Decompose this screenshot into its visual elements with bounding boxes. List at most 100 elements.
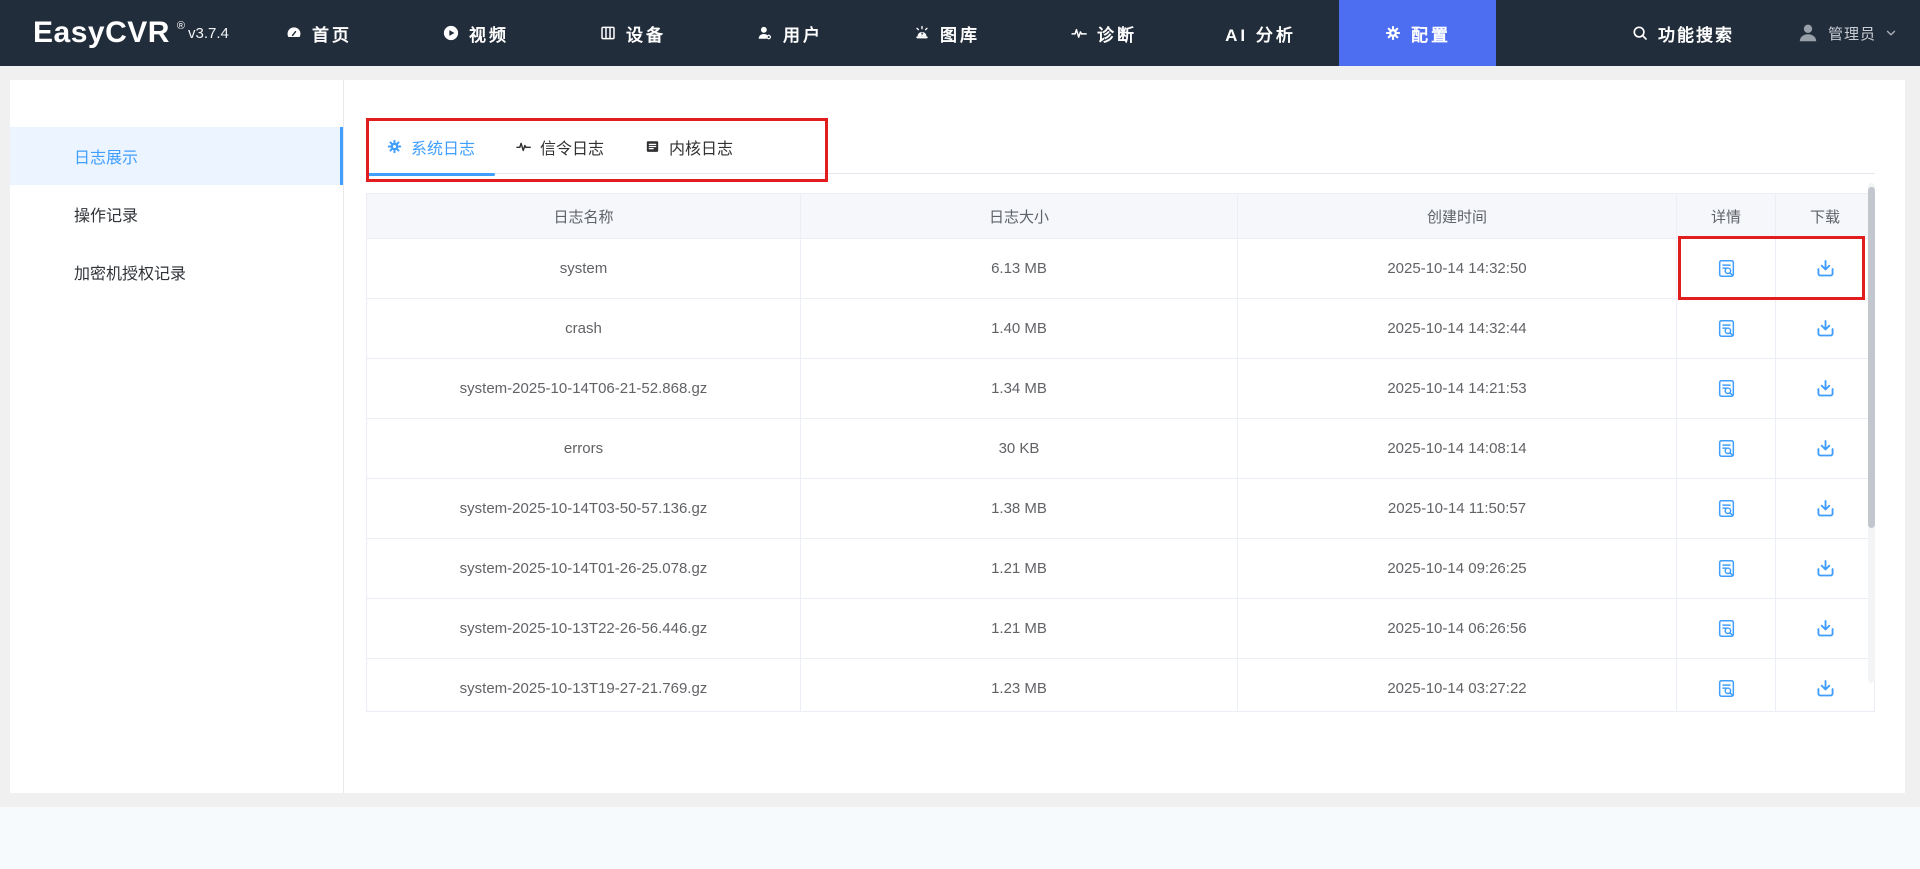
sidebar-item-encryptor-authorization-record[interactable]: 加密机授权记录 xyxy=(10,243,343,301)
download-icon[interactable] xyxy=(1810,614,1840,644)
log-name: system-2025-10-14T03-50-57.136.gz xyxy=(367,479,801,538)
tab-system-log[interactable]: 系统日志 xyxy=(366,120,496,176)
log-name: crash xyxy=(367,299,801,358)
nav-label: 用户 xyxy=(783,25,823,45)
table-row: system-2025-10-14T06-21-52.868.gz 1.34 M… xyxy=(367,359,1874,419)
chevron-down-icon xyxy=(1884,26,1898,40)
detail-view-icon[interactable] xyxy=(1711,674,1741,704)
table-scrollbar-thumb[interactable] xyxy=(1868,187,1875,528)
app-version: v3.7.4 xyxy=(188,24,229,42)
nav-item-device[interactable]: 设备 xyxy=(554,0,711,66)
table-row: crash 1.40 MB 2025-10-14 14:32:44 xyxy=(367,299,1874,359)
main-menu: 首页 视频 设备 用户 图库 诊断 AI 分析 配置 xyxy=(240,0,1496,66)
nav-item-config[interactable]: 配置 xyxy=(1339,0,1496,66)
play-circle-icon xyxy=(442,24,460,42)
table-row: system 6.13 MB 2025-10-14 14:32:50 xyxy=(367,239,1874,299)
list-doc-icon xyxy=(644,138,661,155)
tab-kernel-log[interactable]: 内核日志 xyxy=(624,120,753,174)
log-size: 1.34 MB xyxy=(801,359,1238,418)
table-row: system-2025-10-14T01-26-25.078.gz 1.21 M… xyxy=(367,539,1874,599)
log-name: errors xyxy=(367,419,801,478)
log-size: 1.21 MB xyxy=(801,539,1238,598)
detail-view-icon[interactable] xyxy=(1711,614,1741,644)
log-created: 2025-10-14 14:08:14 xyxy=(1238,419,1677,478)
page: EasyCVR ® v3.7.4 首页 视频 设备 用户 图库 诊断 AI 分析… xyxy=(0,0,1920,869)
gear-icon xyxy=(386,138,403,155)
download-icon[interactable] xyxy=(1810,554,1840,584)
log-created: 2025-10-14 14:21:53 xyxy=(1238,359,1677,418)
log-name: system-2025-10-14T06-21-52.868.gz xyxy=(367,359,801,418)
detail-view-icon[interactable] xyxy=(1711,374,1741,404)
registered-mark: ® xyxy=(176,20,186,32)
detail-view-icon[interactable] xyxy=(1711,434,1741,464)
log-name: system-2025-10-13T22-26-56.446.gz xyxy=(367,599,801,658)
main-content: 系统日志 信令日志 内核日志 日志名称 日志大小 创建时间 详情 下载 syst… xyxy=(345,80,1905,793)
sidebar: 日志展示 操作记录 加密机授权记录 xyxy=(10,80,344,793)
nav-label: 设备 xyxy=(626,25,666,45)
pulse-icon xyxy=(1070,24,1088,42)
log-table: 日志名称 日志大小 创建时间 详情 下载 system 6.13 MB 2025… xyxy=(366,193,1875,712)
search-icon xyxy=(1631,24,1649,42)
log-size: 1.23 MB xyxy=(801,659,1238,711)
app-logo: EasyCVR ® v3.7.4 xyxy=(33,0,229,66)
header-detail: 详情 xyxy=(1677,194,1776,238)
nav-label: AI 分析 xyxy=(1225,25,1296,45)
header-created-time: 创建时间 xyxy=(1238,194,1677,238)
header-log-size: 日志大小 xyxy=(801,194,1238,238)
nav-label: 首页 xyxy=(312,25,352,45)
table-row: errors 30 KB 2025-10-14 14:08:14 xyxy=(367,419,1874,479)
download-icon[interactable] xyxy=(1810,674,1840,704)
user-menu[interactable]: 管理员 xyxy=(1796,21,1898,45)
log-created: 2025-10-14 06:26:56 xyxy=(1238,599,1677,658)
avatar-icon xyxy=(1796,21,1820,45)
function-search[interactable]: 功能搜索 xyxy=(1631,21,1734,46)
log-name: system-2025-10-13T19-27-21.769.gz xyxy=(367,659,801,711)
table-row: system-2025-10-13T19-27-21.769.gz 1.23 M… xyxy=(367,659,1874,711)
log-size: 1.21 MB xyxy=(801,599,1238,658)
log-created: 2025-10-14 14:32:44 xyxy=(1238,299,1677,358)
nav-label: 图库 xyxy=(940,25,980,45)
user-label: 管理员 xyxy=(1827,25,1876,43)
log-created: 2025-10-14 11:50:57 xyxy=(1238,479,1677,538)
tab-signaling-log[interactable]: 信令日志 xyxy=(495,120,624,174)
nav-item-gallery[interactable]: 图库 xyxy=(868,0,1025,66)
device-rack-icon xyxy=(599,24,617,42)
log-size: 6.13 MB xyxy=(801,239,1238,298)
nav-label: 诊断 xyxy=(1097,25,1137,45)
dashboard-icon xyxy=(285,24,303,42)
detail-view-icon[interactable] xyxy=(1711,314,1741,344)
alarm-lamp-icon xyxy=(913,24,931,42)
nav-item-user[interactable]: 用户 xyxy=(711,0,868,66)
sidebar-item-label: 操作记录 xyxy=(74,208,139,225)
pulse-icon xyxy=(515,138,532,155)
nav-item-ai-analysis[interactable]: AI 分析 xyxy=(1182,0,1339,66)
log-tabs: 系统日志 信令日志 内核日志 xyxy=(366,120,1875,176)
search-label: 功能搜索 xyxy=(1657,25,1734,45)
header-log-name: 日志名称 xyxy=(367,194,801,238)
table-header: 日志名称 日志大小 创建时间 详情 下载 xyxy=(367,194,1874,239)
sidebar-item-label: 加密机授权记录 xyxy=(74,266,187,283)
tab-label: 系统日志 xyxy=(411,140,476,158)
sidebar-item-log-display[interactable]: 日志展示 xyxy=(10,127,343,185)
navbar-right: 功能搜索 管理员 xyxy=(1631,0,1898,66)
log-name: system xyxy=(367,239,801,298)
download-icon[interactable] xyxy=(1810,494,1840,524)
download-icon[interactable] xyxy=(1810,314,1840,344)
nav-item-home[interactable]: 首页 xyxy=(240,0,397,66)
log-name: system-2025-10-14T01-26-25.078.gz xyxy=(367,539,801,598)
detail-view-icon[interactable] xyxy=(1711,254,1741,284)
nav-item-video[interactable]: 视频 xyxy=(397,0,554,66)
app-name: EasyCVR xyxy=(33,16,170,49)
detail-view-icon[interactable] xyxy=(1711,554,1741,584)
detail-view-icon[interactable] xyxy=(1711,494,1741,524)
log-size: 1.38 MB xyxy=(801,479,1238,538)
user-gear-icon xyxy=(756,24,774,42)
sidebar-item-operation-record[interactable]: 操作记录 xyxy=(10,185,343,243)
log-size: 1.40 MB xyxy=(801,299,1238,358)
nav-label: 视频 xyxy=(469,25,509,45)
nav-item-diagnosis[interactable]: 诊断 xyxy=(1025,0,1182,66)
download-icon[interactable] xyxy=(1810,374,1840,404)
download-icon[interactable] xyxy=(1810,434,1840,464)
download-icon[interactable] xyxy=(1810,254,1840,284)
top-navbar: EasyCVR ® v3.7.4 首页 视频 设备 用户 图库 诊断 AI 分析… xyxy=(0,0,1920,66)
